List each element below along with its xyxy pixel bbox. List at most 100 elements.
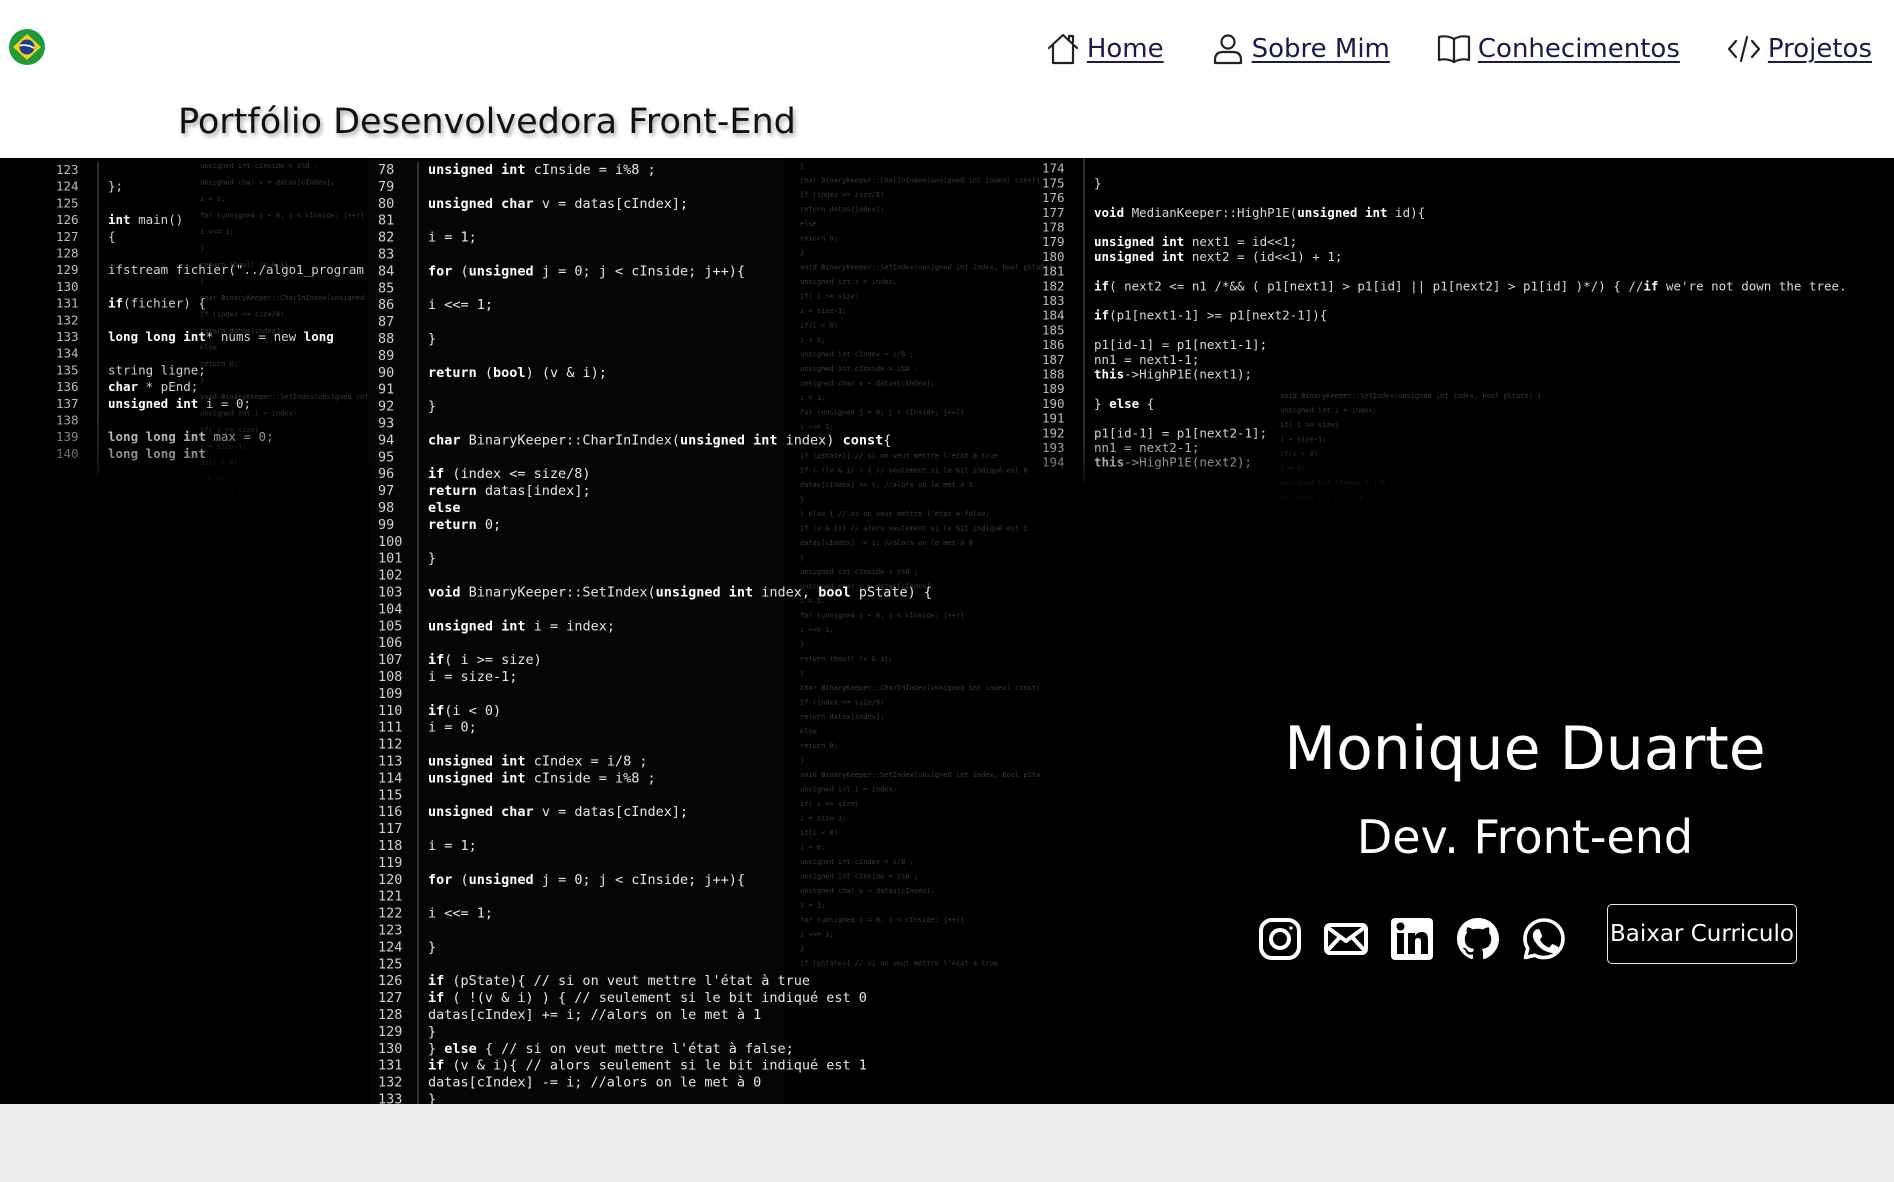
faint-code-line: return datas[index]; (800, 713, 884, 721)
line-number: 93 (378, 416, 394, 432)
faint-code-line: } (800, 757, 804, 765)
email-icon[interactable] (1323, 916, 1369, 962)
nav-home[interactable]: Home (1045, 31, 1164, 67)
code-line: char BinaryKeeper::CharInIndex(unsigned … (428, 432, 891, 448)
faint-code-line: i <<= 1; (800, 931, 834, 939)
faint-code-line: void BinaryKeeper::SetIndex(unsigned int… (800, 771, 1061, 779)
download-cv-button[interactable]: Baixar Curriculo (1607, 904, 1797, 964)
faint-code-line: i = 0; (800, 844, 825, 852)
brazil-flag-icon[interactable] (8, 28, 46, 66)
code-line: } else { // si on veut mettre l'état à f… (428, 1041, 794, 1057)
code-line: if(i < 0) (428, 703, 501, 719)
code-line: void BinaryKeeper::SetIndex(unsigned int… (428, 585, 932, 601)
code-line: unsigned int cInside = i%8 ; (428, 162, 656, 178)
code-line: return (bool) (v & i); (428, 365, 607, 381)
code-line: } (428, 551, 436, 567)
line-number: 121 (378, 889, 402, 905)
faint-code-line: unsigned int cIndex = i/8 ; (800, 351, 914, 359)
code-line: if (index <= size/8) (428, 466, 591, 482)
code-line: datas[cIndex] -= i; //alors on le met à … (428, 1075, 761, 1091)
code-line: for (unsigned j = 0; j < cInside; j++){ (428, 263, 745, 279)
faint-code-line: unsigned int cInside = i%8 ; (800, 873, 918, 881)
line-number: 100 (378, 534, 402, 550)
faint-code-line: if( i >= size) (800, 800, 859, 808)
faint-code-line: unsigned int cInside = i%8 ; (800, 365, 918, 373)
faint-code-line: i = 0; (800, 336, 825, 344)
code-line: if (v & i){ // alors seulement si le bit… (428, 1058, 867, 1074)
code-line: for (unsigned j = 0; j < cInside; j++){ (428, 872, 745, 888)
faint-code-line: unsigned int i = index; (800, 786, 897, 794)
line-number: 122 (378, 906, 402, 922)
code-line: } (428, 399, 436, 415)
line-number: 116 (378, 804, 402, 820)
faint-code-line: if (index <= size/8) (800, 699, 884, 707)
faint-code-line: else (800, 728, 817, 736)
faint-code-line: if ( !(v & i) ) { // seulement si le bit… (800, 467, 1028, 475)
line-number: 114 (378, 770, 402, 786)
faint-code-line: i = size-1; (800, 815, 846, 823)
nav-sobre-mim[interactable]: Sobre Mim (1210, 31, 1390, 67)
code-line: } (428, 939, 436, 955)
line-number: 107 (378, 652, 402, 668)
faint-code-line: if (v & i){ // alors seulement si le bit… (800, 525, 1028, 533)
line-number: 112 (378, 737, 402, 753)
line-number: 117 (378, 821, 402, 837)
faint-code-line: i <<= 1; (800, 423, 834, 431)
nav-projetos[interactable]: Projetos (1726, 31, 1872, 67)
code-line: datas[cIndex] += i; //alors on le met à … (428, 1007, 761, 1023)
line-number: 110 (378, 703, 402, 719)
faint-code-line: i = 1; (800, 902, 825, 910)
faint-code-line: char BinaryKeeper::CharInIndex(unsigned … (800, 684, 1040, 692)
faint-code-line: if (index <= size/8) (800, 191, 884, 199)
line-number: 125 (378, 956, 402, 972)
code-line: i <<= 1; (428, 297, 493, 313)
code-line: return 0; (428, 517, 501, 533)
faint-code-line: else (800, 220, 817, 228)
code-line: if ( !(v & i) ) { // seulement si le bit… (428, 990, 867, 1006)
faint-code-line: } else { // si on veut mettre l'état à f… (800, 510, 990, 518)
faint-code-line: for (unsigned j = 0; j < cInside; j++){ (800, 409, 964, 417)
code-line: } (428, 1024, 436, 1040)
faint-code-line: } (800, 496, 804, 504)
line-number: 97 (378, 483, 394, 499)
line-number: 86 (378, 297, 394, 313)
faint-code-line: unsigned char v = datas[cIndex]; (800, 380, 935, 388)
line-number: 98 (378, 500, 394, 516)
faint-code-line: i = 1; (800, 394, 825, 402)
faint-code-line: i <<= 1; (800, 626, 834, 634)
code-line: unsigned int i = index; (428, 618, 615, 634)
github-icon[interactable] (1455, 916, 1501, 962)
faint-code-line: unsigned char v = datas[cIndex]; (800, 887, 935, 895)
whatsapp-icon[interactable] (1521, 916, 1567, 962)
line-number: 108 (378, 669, 402, 685)
line-number: 99 (378, 517, 394, 533)
nav-home-label: Home (1086, 34, 1164, 64)
line-number: 95 (378, 449, 394, 465)
faint-code-line: unsigned int cInside = i%8 ; (800, 568, 918, 576)
line-number: 129 (378, 1024, 402, 1040)
line-number: 133 (378, 1092, 402, 1105)
faint-code-line: unsigned int cIndex = i/8 ; (800, 858, 914, 866)
nav-conhecimentos[interactable]: Conhecimentos (1436, 31, 1680, 67)
faint-code-line: } (800, 249, 804, 257)
line-number: 101 (378, 551, 402, 567)
code-line: } (428, 1092, 436, 1105)
line-number: 126 (378, 973, 402, 989)
page-title: Portfólio Desenvolvedora Front-End (178, 102, 796, 142)
instagram-icon[interactable] (1257, 916, 1303, 962)
code-icon (1727, 35, 1760, 63)
linkedin-icon[interactable] (1389, 916, 1435, 962)
line-number: 115 (378, 787, 402, 803)
line-number: 128 (378, 1007, 402, 1023)
faint-code-line: char BinaryKeeper::CharInIndex(unsigned … (800, 177, 1040, 185)
faint-code-line: datas[cIndex] -= i; //alors on le met à … (800, 539, 973, 547)
faint-code-line: datas[cIndex] += i; //alors on le met à … (800, 481, 973, 489)
code-line: } (428, 331, 436, 347)
faint-code-line: } (800, 641, 804, 649)
nav-sobre-mim-label: Sobre Mim (1251, 34, 1390, 64)
line-number: 123 (378, 923, 402, 939)
faint-code-line: unsigned int i = index; (800, 278, 897, 286)
line-number: 131 (378, 1058, 402, 1074)
line-number: 124 (378, 939, 402, 955)
line-number: 82 (378, 230, 394, 246)
